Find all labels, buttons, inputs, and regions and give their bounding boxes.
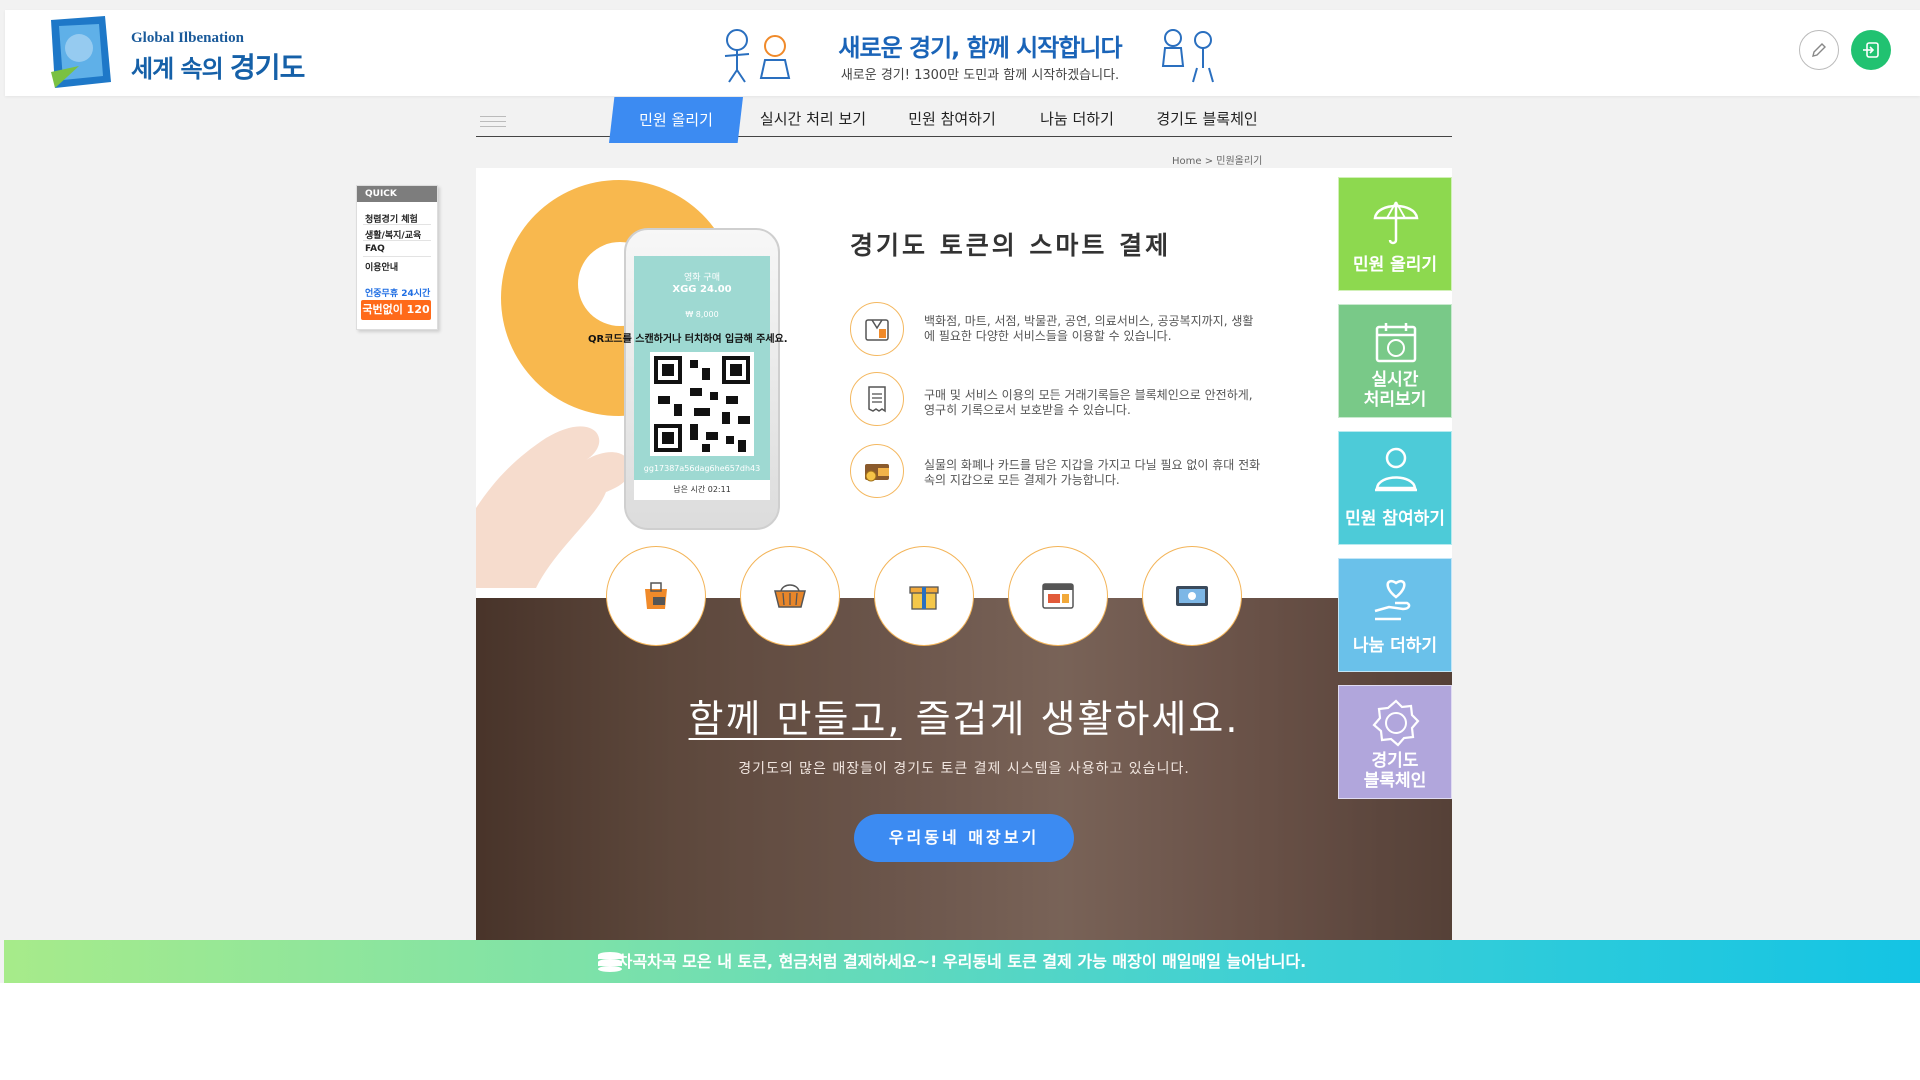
umbrella-icon — [1373, 201, 1419, 245]
kids-illustration-icon — [724, 29, 791, 83]
feature-text: 구매 및 서비스 이용의 모든 거래기록들은 블록체인으로 안전하게, 영구히 … — [924, 388, 1253, 417]
tile-label-line1: 경기도 — [1371, 751, 1419, 771]
menu-toggle[interactable] — [480, 112, 506, 132]
banner-title: 새로운 경기, 함께 시작합니다 — [838, 34, 1122, 62]
page-footer-space — [0, 983, 1920, 1080]
quick-menu: QUICK 청렴경기 체험 생활/복지/교육 FAQ 이용안내 언중무휴 24시… — [356, 185, 438, 330]
hamburger-line — [480, 126, 506, 127]
feature-item — [850, 444, 904, 498]
hand-illustration-icon — [476, 426, 631, 588]
quick-link-faq[interactable]: FAQ — [365, 244, 385, 254]
qr-code-icon[interactable] — [650, 352, 754, 456]
tile-label: 민원 올리기 — [1352, 255, 1438, 275]
tile-label-line2: 블록체인 — [1363, 771, 1427, 791]
pencil-icon — [1812, 43, 1826, 57]
receipt-icon — [868, 386, 886, 413]
tile-sharing[interactable]: 나눔 더하기 — [1338, 558, 1452, 672]
tile-blockchain[interactable]: 경기도 블록체인 — [1338, 685, 1452, 799]
hamburger-line — [480, 121, 506, 122]
badge-icon — [1372, 699, 1420, 747]
wallet-icon — [865, 464, 889, 482]
nearby-stores-button[interactable]: 우리동네 매장보기 — [854, 814, 1074, 862]
calendar-icon — [1375, 323, 1417, 363]
ticker-text: 차곡차곡 모은 내 토큰, 현금처럼 결제하세요~! 우리동네 토큰 결제 가능… — [617, 952, 1307, 971]
logo-english-text: Global Ilbenation — [131, 30, 244, 46]
feature-item — [850, 302, 904, 356]
token-amount: XGG 24.00 — [672, 284, 732, 295]
tile-complaint[interactable]: 민원 올리기 — [1338, 177, 1452, 291]
countdown-timer: 남은 시간 02:11 — [634, 480, 770, 500]
tile-realtime[interactable]: 실시간 처리보기 — [1338, 304, 1452, 418]
nav-item-realtime[interactable]: 실시간 처리 보기 — [748, 97, 878, 137]
service-circle[interactable] — [1142, 546, 1242, 646]
tile-label: 나눔 더하기 — [1352, 636, 1438, 656]
quick-separator — [363, 224, 431, 225]
quick-separator — [363, 256, 431, 257]
main-content: 영화 구매 XGG 24.00 ₩ 8,000 gg17387a56dag6he… — [476, 168, 1452, 940]
notice-ticker: 차곡차곡 모은 내 토큰, 현금처럼 결제하세요~! 우리동네 토큰 결제 가능… — [4, 940, 1920, 983]
quick-menu-title: QUICK — [357, 186, 437, 202]
tile-label: 민원 참여하기 — [1345, 509, 1445, 529]
hamburger-line — [480, 116, 506, 117]
kids-illustration-right-icon — [1161, 29, 1214, 83]
phone-mockup: 영화 구매 XGG 24.00 ₩ 8,000 gg17387a56dag6he… — [624, 228, 780, 530]
wallet-hash: gg17387a56dag6he657dh43 — [643, 464, 761, 473]
basket-icon — [774, 584, 806, 608]
login-icon — [1863, 42, 1879, 58]
promo-subtitle: 경기도의 많은 매장들이 경기도 토큰 결제 시스템을 사용하고 있습니다. — [738, 761, 1190, 777]
coin-hand-icon — [1375, 447, 1417, 492]
ticket-icon — [1042, 583, 1074, 609]
gyeonggi-logo-icon[interactable] — [49, 16, 113, 88]
service-circle[interactable] — [874, 546, 974, 646]
qr-instruction: QR코드를 스캔하거나 터치하여 입금해 주세요. — [588, 334, 788, 345]
won-amount: ₩ 8,000 — [685, 310, 719, 319]
gift-icon — [909, 586, 939, 610]
service-circle[interactable] — [740, 546, 840, 646]
logo-main: 경기도 — [230, 51, 305, 84]
login-button[interactable] — [1851, 30, 1891, 70]
tile-participate[interactable]: 민원 참여하기 — [1338, 431, 1452, 545]
nav-item-complaint[interactable]: 민원 올리기 — [609, 97, 743, 143]
edit-button[interactable] — [1799, 30, 1839, 70]
logo-prefix: 세계 속의 — [131, 55, 224, 83]
cash-icon — [1176, 586, 1208, 606]
breadcrumb: Home > 민원올리기 — [1172, 156, 1263, 167]
section-title: 경기도 토큰의 스마트 결제 — [850, 231, 1172, 260]
promo-slogan: 함께 만들고, 즐겁게 생활하세요. — [476, 688, 1452, 743]
quick-separator — [363, 240, 431, 241]
slogan-emphasis: 함께 만들고, — [688, 697, 902, 741]
feature-text: 실물의 화폐나 카드를 담은 지갑을 가지고 다닐 필요 없이 휴대 전화 속의… — [924, 458, 1261, 487]
logo-korean-text: 세계 속의 경기도 — [131, 46, 305, 86]
nav-item-participate[interactable]: 민원 참여하기 — [894, 97, 1010, 137]
heart-hand-icon — [1374, 580, 1411, 621]
quick-hotline-button[interactable]: 국번없이 120 — [361, 300, 431, 320]
purchase-title: 영화 구매 — [684, 273, 720, 283]
service-circle[interactable] — [606, 546, 706, 646]
quick-link-guide[interactable]: 이용안내 — [365, 260, 398, 273]
banner-subtitle: 새로운 경기! 1300만 도민과 함께 시작하겠습니다. — [840, 68, 1120, 83]
service-circle[interactable] — [1008, 546, 1108, 646]
feature-item — [850, 372, 904, 426]
shopping-bag-icon — [865, 319, 889, 341]
quick-hours: 언중무휴 24시간 — [365, 289, 431, 299]
sale-bag-icon — [645, 582, 667, 609]
nav-item-sharing[interactable]: 나눔 더하기 — [1028, 97, 1126, 137]
slogan-rest: 즐겁게 생활하세요. — [901, 697, 1240, 741]
tile-label-line2: 처리보기 — [1363, 390, 1427, 410]
nav-item-blockchain[interactable]: 경기도 블록체인 — [1148, 97, 1266, 137]
feature-text: 백화점, 마트, 서점, 박물관, 공연, 의료서비스, 공공복지까지, 생활에… — [924, 314, 1254, 343]
phone-screen: 영화 구매 XGG 24.00 ₩ 8,000 gg17387a56dag6he… — [634, 256, 770, 500]
tile-label-line1: 실시간 — [1371, 370, 1419, 390]
site-header: Global Ilbenation 세계 속의 경기도 새로운 경기, 함께 시… — [5, 10, 1920, 96]
